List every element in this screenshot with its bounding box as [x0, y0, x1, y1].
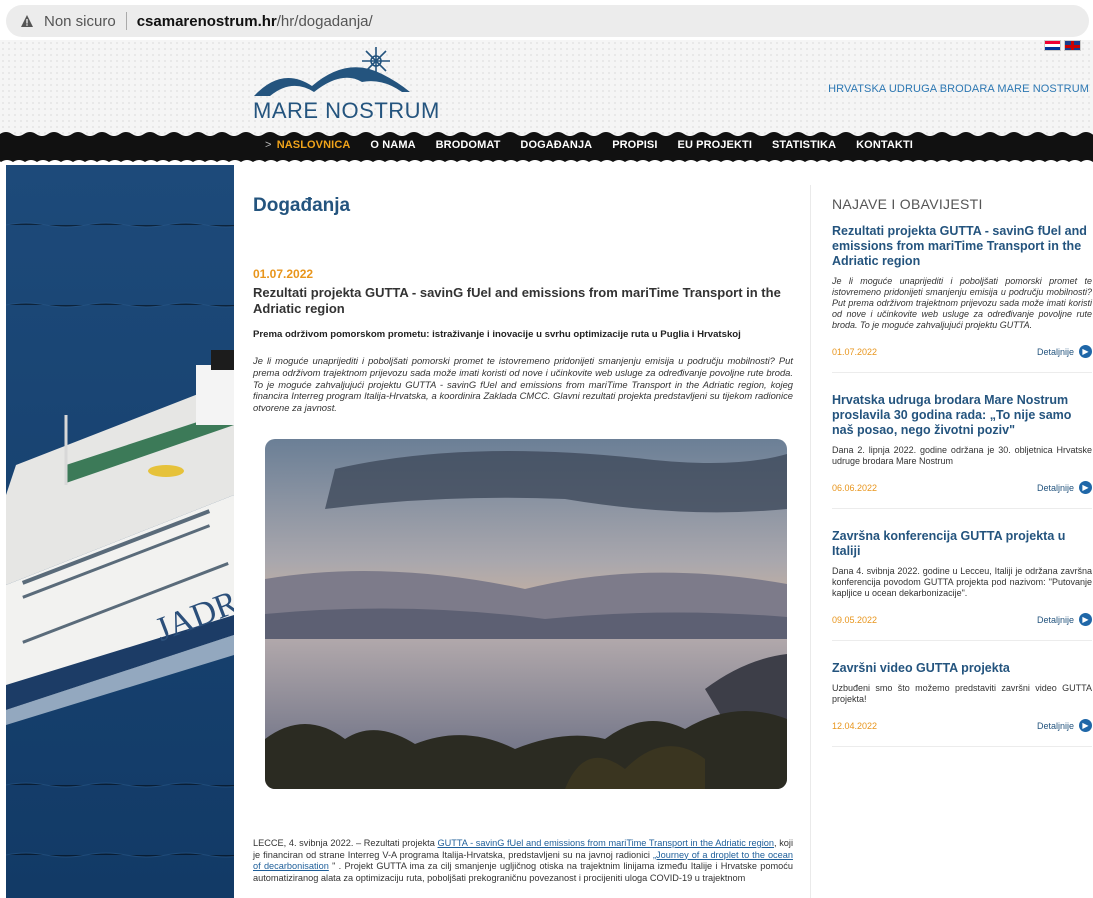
news-title[interactable]: Rezultati projekta GUTTA - savinG fUel a… — [832, 224, 1092, 269]
article-body: LECCE, 4. svibnja 2022. – Rezultati proj… — [253, 838, 793, 883]
article-date: 01.07.2022 — [253, 267, 314, 281]
security-label: Non sicuro — [44, 12, 116, 30]
news-date: 12.04.2022 — [832, 720, 878, 731]
sidebar-title: NAJAVE I OBAVIJESTI — [832, 196, 983, 212]
chevron-right-icon: > — [265, 139, 272, 151]
news-text: Dana 2. lipnja 2022. godine održana je 3… — [832, 445, 1092, 466]
news-item: Završni video GUTTA projekta Uzbuđeni sm… — [832, 661, 1092, 747]
ferry-image: JADR — [6, 165, 234, 898]
site-header: MARE NOSTRUM HRVATSKA UDRUGA BRODARA MAR… — [0, 40, 1093, 135]
content-divider — [810, 185, 811, 898]
article-subtitle: Prema održivom pomorskom prometu: istraž… — [253, 329, 741, 340]
page-title: Događanja — [253, 195, 351, 216]
nav-item-propisi[interactable]: PROPISI — [602, 139, 667, 151]
nav-item-brodomat[interactable]: BRODOMAT — [426, 139, 511, 151]
nav-menu: > NASLOVNICA O NAMA BRODOMAT DOGAĐANJA P… — [252, 139, 923, 151]
language-switcher — [1044, 40, 1081, 51]
address-bar[interactable]: Non sicuro csamarenostrum.hr /hr/dogadan… — [6, 5, 1089, 37]
news-title[interactable]: Završna konferencija GUTTA projekta u It… — [832, 529, 1092, 559]
arrow-right-icon: ▶ — [1079, 345, 1092, 358]
nav-item-naslovnica[interactable]: > NASLOVNICA — [252, 139, 360, 151]
news-text: Je li moguće unaprijediti i poboljšati p… — [832, 276, 1092, 330]
news-title[interactable]: Hrvatska udruga brodara Mare Nostrum pro… — [832, 393, 1092, 438]
arrow-right-icon: ▶ — [1079, 481, 1092, 494]
main-navigation: > NASLOVNICA O NAMA BRODOMAT DOGAĐANJA P… — [0, 126, 1093, 170]
header-tagline: HRVATSKA UDRUGA BRODARA MARE NOSTRUM — [828, 83, 1089, 95]
details-link[interactable]: Detaljnije ▶ — [1037, 719, 1092, 732]
arrow-right-icon: ▶ — [1079, 719, 1092, 732]
article-photo — [265, 439, 787, 789]
article-title: Rezultati projekta GUTTA - savinG fUel a… — [253, 285, 781, 316]
croatian-flag-icon[interactable] — [1044, 40, 1061, 51]
news-item: Hrvatska udruga brodara Mare Nostrum pro… — [832, 393, 1092, 509]
nav-item-statistika[interactable]: STATISTIKA — [762, 139, 846, 151]
news-date: 09.05.2022 — [832, 614, 878, 625]
main-content: Događanja 01.07.2022 Rezultati projekta … — [253, 195, 793, 883]
nav-item-dogadanja[interactable]: DOGAĐANJA — [510, 139, 602, 151]
news-date: 01.07.2022 — [832, 346, 878, 357]
logo-icon[interactable] — [252, 44, 412, 100]
url-path: /hr/dogadanja/ — [276, 12, 373, 30]
news-title[interactable]: Završni video GUTTA projekta — [832, 661, 1092, 676]
details-link[interactable]: Detaljnije ▶ — [1037, 345, 1092, 358]
news-text: Dana 4. svibnja 2022. godine u Lecceu, I… — [832, 566, 1092, 598]
logo-text: MARE NOSTRUM — [253, 98, 440, 123]
details-link[interactable]: Detaljnije ▶ — [1037, 481, 1092, 494]
news-item: Rezultati projekta GUTTA - savinG fUel a… — [832, 224, 1092, 373]
url-domain: csamarenostrum.hr — [136, 12, 277, 30]
nav-item-o-nama[interactable]: O NAMA — [360, 139, 425, 151]
warning-icon — [21, 15, 33, 27]
nav-item-kontakti[interactable]: KONTAKTI — [846, 139, 923, 151]
sidebar-news: NAJAVE I OBAVIJESTI Rezultati projekta G… — [832, 196, 1092, 747]
english-flag-icon[interactable] — [1064, 40, 1081, 51]
news-item: Završna konferencija GUTTA projekta u It… — [832, 529, 1092, 641]
nav-item-eu-projekti[interactable]: EU PROJEKTI — [668, 139, 762, 151]
details-link[interactable]: Detaljnije ▶ — [1037, 613, 1092, 626]
url-separator — [125, 12, 127, 30]
news-text: Uzbuđeni smo što možemo predstaviti zavr… — [832, 683, 1092, 704]
arrow-right-icon: ▶ — [1079, 613, 1092, 626]
article-lead: Je li moguće unaprijediti i poboljšati p… — [253, 355, 793, 414]
gutta-project-link[interactable]: GUTTA - savinG fUel and emissions from m… — [437, 838, 774, 848]
news-date: 06.06.2022 — [832, 482, 878, 493]
